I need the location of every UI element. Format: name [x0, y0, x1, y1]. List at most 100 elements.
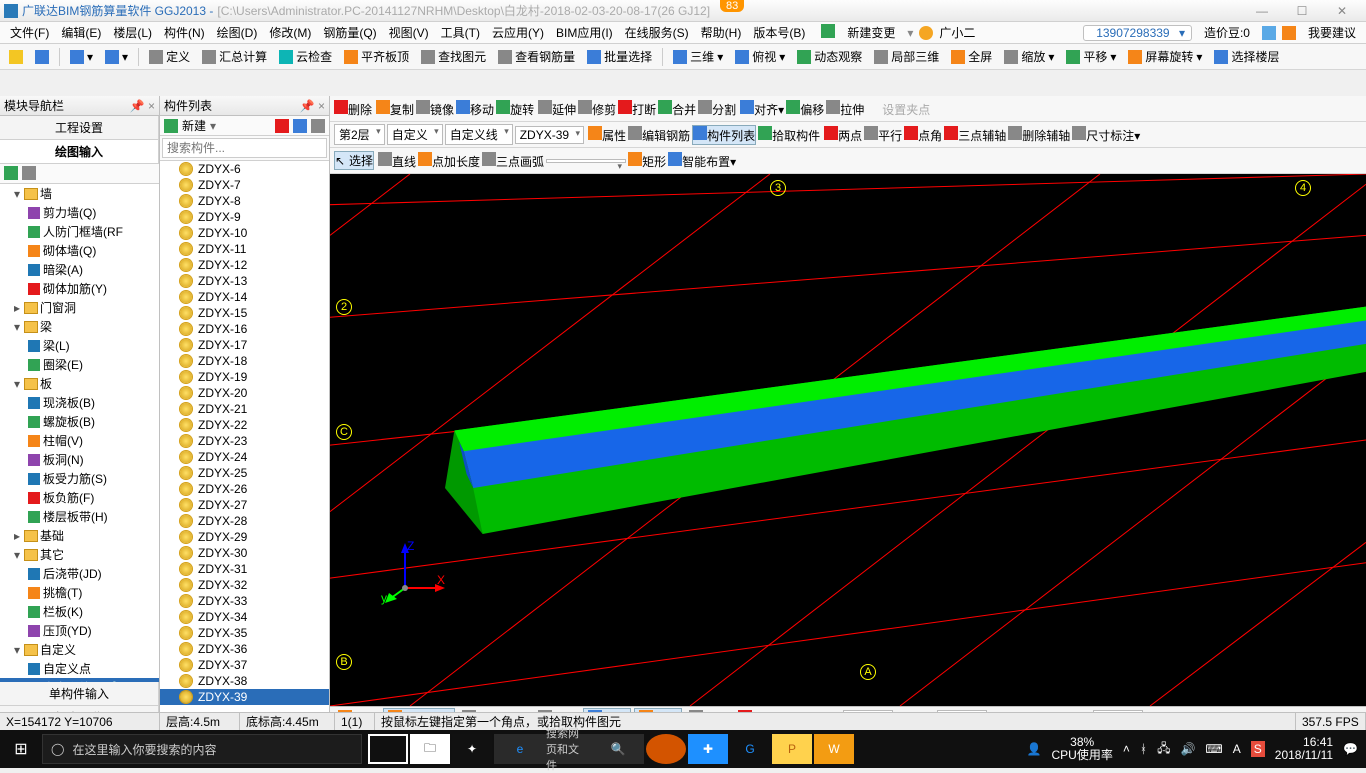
list-item[interactable]: ZDYX-6: [160, 161, 329, 177]
category-tree[interactable]: ▾墙剪力墙(Q)人防门框墙(RF砌体墙(Q)暗梁(A)砌体加筋(Y)▸门窗洞▾梁…: [0, 184, 159, 682]
stretch-button[interactable]: 拉伸: [826, 100, 864, 118]
list-button[interactable]: 构件列表: [692, 125, 756, 145]
tab-project-settings[interactable]: 工程设置: [0, 116, 159, 139]
list-item[interactable]: ZDYX-38: [160, 673, 329, 689]
menu-cloud[interactable]: 云应用(Y): [486, 24, 550, 41]
tray-kb-icon[interactable]: ⌨: [1205, 742, 1222, 756]
list-item[interactable]: ZDYX-26: [160, 481, 329, 497]
tb-app-4[interactable]: ✚: [688, 734, 728, 764]
tree-node[interactable]: 人防门框墙(RF: [0, 222, 159, 241]
rotate-button[interactable]: 旋转: [496, 100, 534, 118]
menu-modify[interactable]: 修改(M): [263, 24, 317, 41]
list-item[interactable]: ZDYX-23: [160, 433, 329, 449]
join-button[interactable]: 合并: [658, 100, 696, 118]
menu-member[interactable]: 构件(N): [158, 24, 211, 41]
tree-node[interactable]: 自定义点: [0, 659, 159, 678]
menu-floor[interactable]: 楼层(L): [107, 24, 158, 41]
list-item[interactable]: ZDYX-17: [160, 337, 329, 353]
tray-people-icon[interactable]: 👤: [1027, 742, 1042, 756]
minimize-button[interactable]: —: [1242, 4, 1282, 18]
cortana-search[interactable]: ◯在这里输入你要搜索的内容: [42, 734, 362, 764]
cloud-check-button[interactable]: 云检查: [274, 46, 337, 67]
sum-button[interactable]: 汇总计算: [197, 46, 272, 67]
phone-pill[interactable]: 13907298339 ▾: [1083, 25, 1192, 41]
pick-button[interactable]: 拾取构件: [758, 126, 820, 144]
user-name[interactable]: 广小二: [933, 24, 981, 41]
tray-vol-icon[interactable]: 🔊: [1180, 742, 1195, 756]
angle-button[interactable]: 点角: [904, 126, 942, 144]
tree-node[interactable]: 板负筋(F): [0, 488, 159, 507]
editrebar-button[interactable]: 编辑钢筋: [628, 126, 690, 144]
rebar-button[interactable]: 查看钢筋量: [493, 46, 580, 67]
list-item[interactable]: ZDYX-27: [160, 497, 329, 513]
flat-button[interactable]: 平齐板顶: [339, 46, 414, 67]
select-button[interactable]: ↖选择: [334, 151, 374, 170]
tb-app-2[interactable]: ✦: [452, 734, 492, 764]
save-button[interactable]: [30, 48, 54, 66]
align-button[interactable]: 对齐▾: [740, 100, 784, 118]
start-button[interactable]: ⊞: [0, 739, 42, 759]
list-item[interactable]: ZDYX-20: [160, 385, 329, 401]
full-button[interactable]: 全屏: [946, 46, 997, 67]
list-item[interactable]: ZDYX-8: [160, 193, 329, 209]
list-item[interactable]: ZDYX-22: [160, 417, 329, 433]
list-item[interactable]: ZDYX-21: [160, 401, 329, 417]
list-item[interactable]: ZDYX-29: [160, 529, 329, 545]
list-item[interactable]: ZDYX-16: [160, 321, 329, 337]
tree-node[interactable]: ▾墙: [0, 184, 159, 203]
tab-single-input[interactable]: 单构件输入: [0, 682, 159, 705]
mirror-button[interactable]: 镜像: [416, 100, 454, 118]
list-item[interactable]: ZDYX-37: [160, 657, 329, 673]
tray-ime-icon[interactable]: S: [1251, 741, 1265, 757]
tree-node[interactable]: 板洞(N): [0, 450, 159, 469]
tree-node[interactable]: 剪力墙(Q): [0, 203, 159, 222]
smart-button[interactable]: 智能布置▾: [668, 152, 736, 170]
batch-button[interactable]: 批量选择: [582, 46, 657, 67]
list-item[interactable]: ZDYX-31: [160, 561, 329, 577]
move-button[interactable]: 移动: [456, 100, 494, 118]
tree-node[interactable]: 现浇板(B): [0, 393, 159, 412]
pin-icon-2[interactable]: 📌 ×: [300, 99, 325, 113]
list-item[interactable]: ZDYX-9: [160, 209, 329, 225]
feedback-link[interactable]: 我要建议: [1302, 24, 1362, 41]
menu-help[interactable]: 帮助(H): [695, 24, 748, 41]
delaux-button[interactable]: 删除辅轴: [1008, 126, 1070, 144]
menu-view[interactable]: 视图(V): [383, 24, 435, 41]
extend-button[interactable]: 延伸: [538, 100, 576, 118]
tree-node[interactable]: 圈梁(E): [0, 355, 159, 374]
offset-button[interactable]: 偏移: [786, 100, 824, 118]
tree-node[interactable]: 栏板(K): [0, 602, 159, 621]
3d-button[interactable]: 三维▾: [668, 46, 728, 67]
tb-app-6[interactable]: P: [772, 734, 812, 764]
copy-button[interactable]: 复制: [376, 100, 414, 118]
search-input[interactable]: [162, 138, 327, 158]
list-item[interactable]: ZDYX-11: [160, 241, 329, 257]
list-item[interactable]: ZDYX-24: [160, 449, 329, 465]
tree-node[interactable]: 板受力筋(S): [0, 469, 159, 488]
floor-combo[interactable]: 第2层: [334, 124, 385, 145]
draw-combo[interactable]: [546, 159, 626, 163]
undo-button[interactable]: ▾: [65, 48, 98, 66]
break-button[interactable]: 打断: [618, 100, 656, 118]
list-item[interactable]: ZDYX-10: [160, 225, 329, 241]
list-item[interactable]: ZDYX-12: [160, 257, 329, 273]
menu-rebar[interactable]: 钢筋量(Q): [317, 24, 382, 41]
clock[interactable]: 16:41 2018/11/11: [1275, 736, 1333, 762]
bell-icon[interactable]: [1262, 26, 1276, 40]
list-item[interactable]: ZDYX-36: [160, 641, 329, 657]
tb-app-1[interactable]: 🗀: [410, 734, 450, 764]
delete-button[interactable]: 删除: [334, 100, 372, 118]
copy-icon[interactable]: [293, 119, 307, 133]
tree-node[interactable]: ▾板: [0, 374, 159, 393]
parallel-button[interactable]: 平行: [864, 126, 902, 144]
tree-node[interactable]: 后浇带(JD): [0, 564, 159, 583]
cat-combo[interactable]: 自定义: [387, 124, 443, 145]
list-item[interactable]: ZDYX-18: [160, 353, 329, 369]
zoom-button[interactable]: 缩放▾: [999, 46, 1059, 67]
tree-node[interactable]: ▾自定义: [0, 640, 159, 659]
tree-node[interactable]: ▾梁: [0, 317, 159, 336]
type-combo[interactable]: 自定义线: [445, 124, 513, 145]
top-button[interactable]: 俯视▾: [730, 46, 790, 67]
new-button[interactable]: 新建: [182, 117, 206, 134]
tray-bt-icon[interactable]: ᚼ: [1140, 742, 1147, 756]
